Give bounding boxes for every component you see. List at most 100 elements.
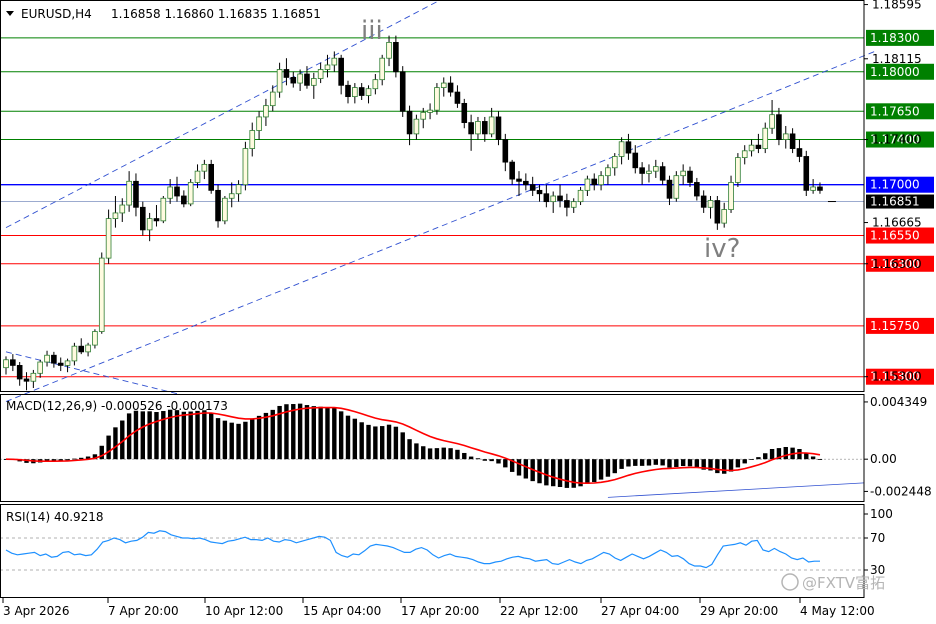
macd-bar [352, 418, 358, 460]
macd-trendline[interactable] [607, 482, 865, 498]
candle [51, 354, 57, 364]
candle [611, 156, 618, 169]
trading-chart[interactable]: 1.18300 1.18000 1.17650 1.17400 1.17000 1.165… [0, 0, 936, 624]
symbol-title: EURUSD,H4 [21, 7, 92, 21]
macd-bar [619, 459, 624, 469]
macd-bar [366, 424, 371, 460]
candle [427, 109, 433, 113]
macd-bar [332, 407, 337, 460]
macd-bar [304, 405, 310, 460]
candle [64, 360, 71, 366]
level-tag-label: 1.15750 [870, 319, 920, 333]
candle [646, 170, 652, 174]
price-tick-label: 1.16665 [872, 216, 922, 230]
macd-bar [229, 422, 234, 460]
trend-channel-line[interactable] [5, 51, 875, 402]
candle [557, 195, 563, 201]
candle [208, 163, 215, 191]
candle [748, 144, 755, 152]
candle [146, 218, 153, 231]
level-tag-label: 1.18300 [870, 31, 920, 45]
macd-bar [756, 457, 761, 460]
candle [379, 57, 385, 81]
candle [529, 184, 536, 191]
candle [372, 79, 379, 90]
macd-bar [209, 412, 214, 460]
macd-bar [564, 459, 570, 488]
candle [502, 139, 509, 163]
macd-bar [181, 411, 187, 460]
wave-label-iv: iv? [704, 234, 740, 264]
macd-bar [263, 412, 269, 460]
macd-bar [147, 411, 152, 460]
candle [386, 42, 392, 59]
macd-bar [769, 448, 775, 460]
time-tick-label: 3 Apr 2026 [3, 604, 70, 618]
macd-tick-label: 0.004349 [870, 395, 927, 409]
candle [276, 69, 283, 93]
candle [536, 189, 543, 195]
candle [222, 197, 228, 222]
candle [605, 167, 611, 177]
watermark-logo-icon [781, 573, 799, 591]
level-tag-label: 1.18000 [870, 65, 920, 79]
rsi-tick-label: 100 [870, 507, 893, 521]
candle [297, 73, 303, 84]
macd-bar [667, 459, 672, 468]
candle [167, 186, 173, 199]
candle [687, 170, 693, 183]
candles-layer [3, 35, 836, 391]
rsi-line [5, 530, 820, 569]
candle [700, 195, 707, 208]
candle [762, 127, 769, 149]
time-tick-label: 27 Apr 04:00 [601, 604, 679, 618]
candle [755, 144, 762, 149]
candle [413, 118, 420, 135]
macd-bar [250, 418, 255, 460]
candle [98, 257, 105, 332]
macd-bar [393, 426, 399, 460]
candle [803, 156, 810, 191]
macd-bar [338, 411, 344, 460]
candle [37, 361, 43, 374]
macd-bar [544, 459, 549, 486]
macd-bar [557, 459, 563, 487]
macd-bar [523, 459, 529, 479]
macd-bar [421, 446, 426, 460]
time-axis: 3 Apr 2026 7 Apr 20:00 10 Apr 12:00 15 Apr … [2, 598, 875, 618]
candle [153, 218, 160, 222]
trend-channel-line[interactable] [5, 351, 178, 395]
macd-bar [359, 422, 364, 460]
macd-bar [810, 456, 816, 460]
symbol-menu-triangle-icon[interactable] [6, 11, 14, 16]
macd-bar [592, 459, 597, 483]
candle [440, 82, 447, 88]
candle [399, 71, 406, 112]
candle [228, 193, 235, 199]
macd-bar [674, 459, 679, 467]
level-tag-label: 1.16550 [870, 229, 920, 243]
candle [707, 200, 714, 208]
candle [235, 184, 242, 195]
candle [3, 359, 9, 369]
price-tick-label: 1.18595 [872, 0, 922, 12]
candle [201, 163, 208, 172]
macd-bar [400, 432, 405, 460]
candle [591, 178, 598, 186]
macd-bar [735, 459, 741, 468]
candle [659, 166, 666, 181]
macd-bar [202, 410, 207, 460]
candle [119, 204, 126, 214]
macd-bar [585, 459, 590, 484]
candle [584, 178, 591, 191]
candle [283, 69, 290, 78]
candle [126, 180, 132, 206]
macd-bar [468, 456, 474, 460]
candle [215, 189, 221, 222]
time-tick-label: 7 Apr 20:00 [108, 604, 179, 618]
candle [352, 87, 358, 98]
macd-bar [742, 459, 747, 464]
candle [249, 130, 256, 149]
macd-bar [605, 459, 611, 477]
candle [434, 87, 440, 111]
